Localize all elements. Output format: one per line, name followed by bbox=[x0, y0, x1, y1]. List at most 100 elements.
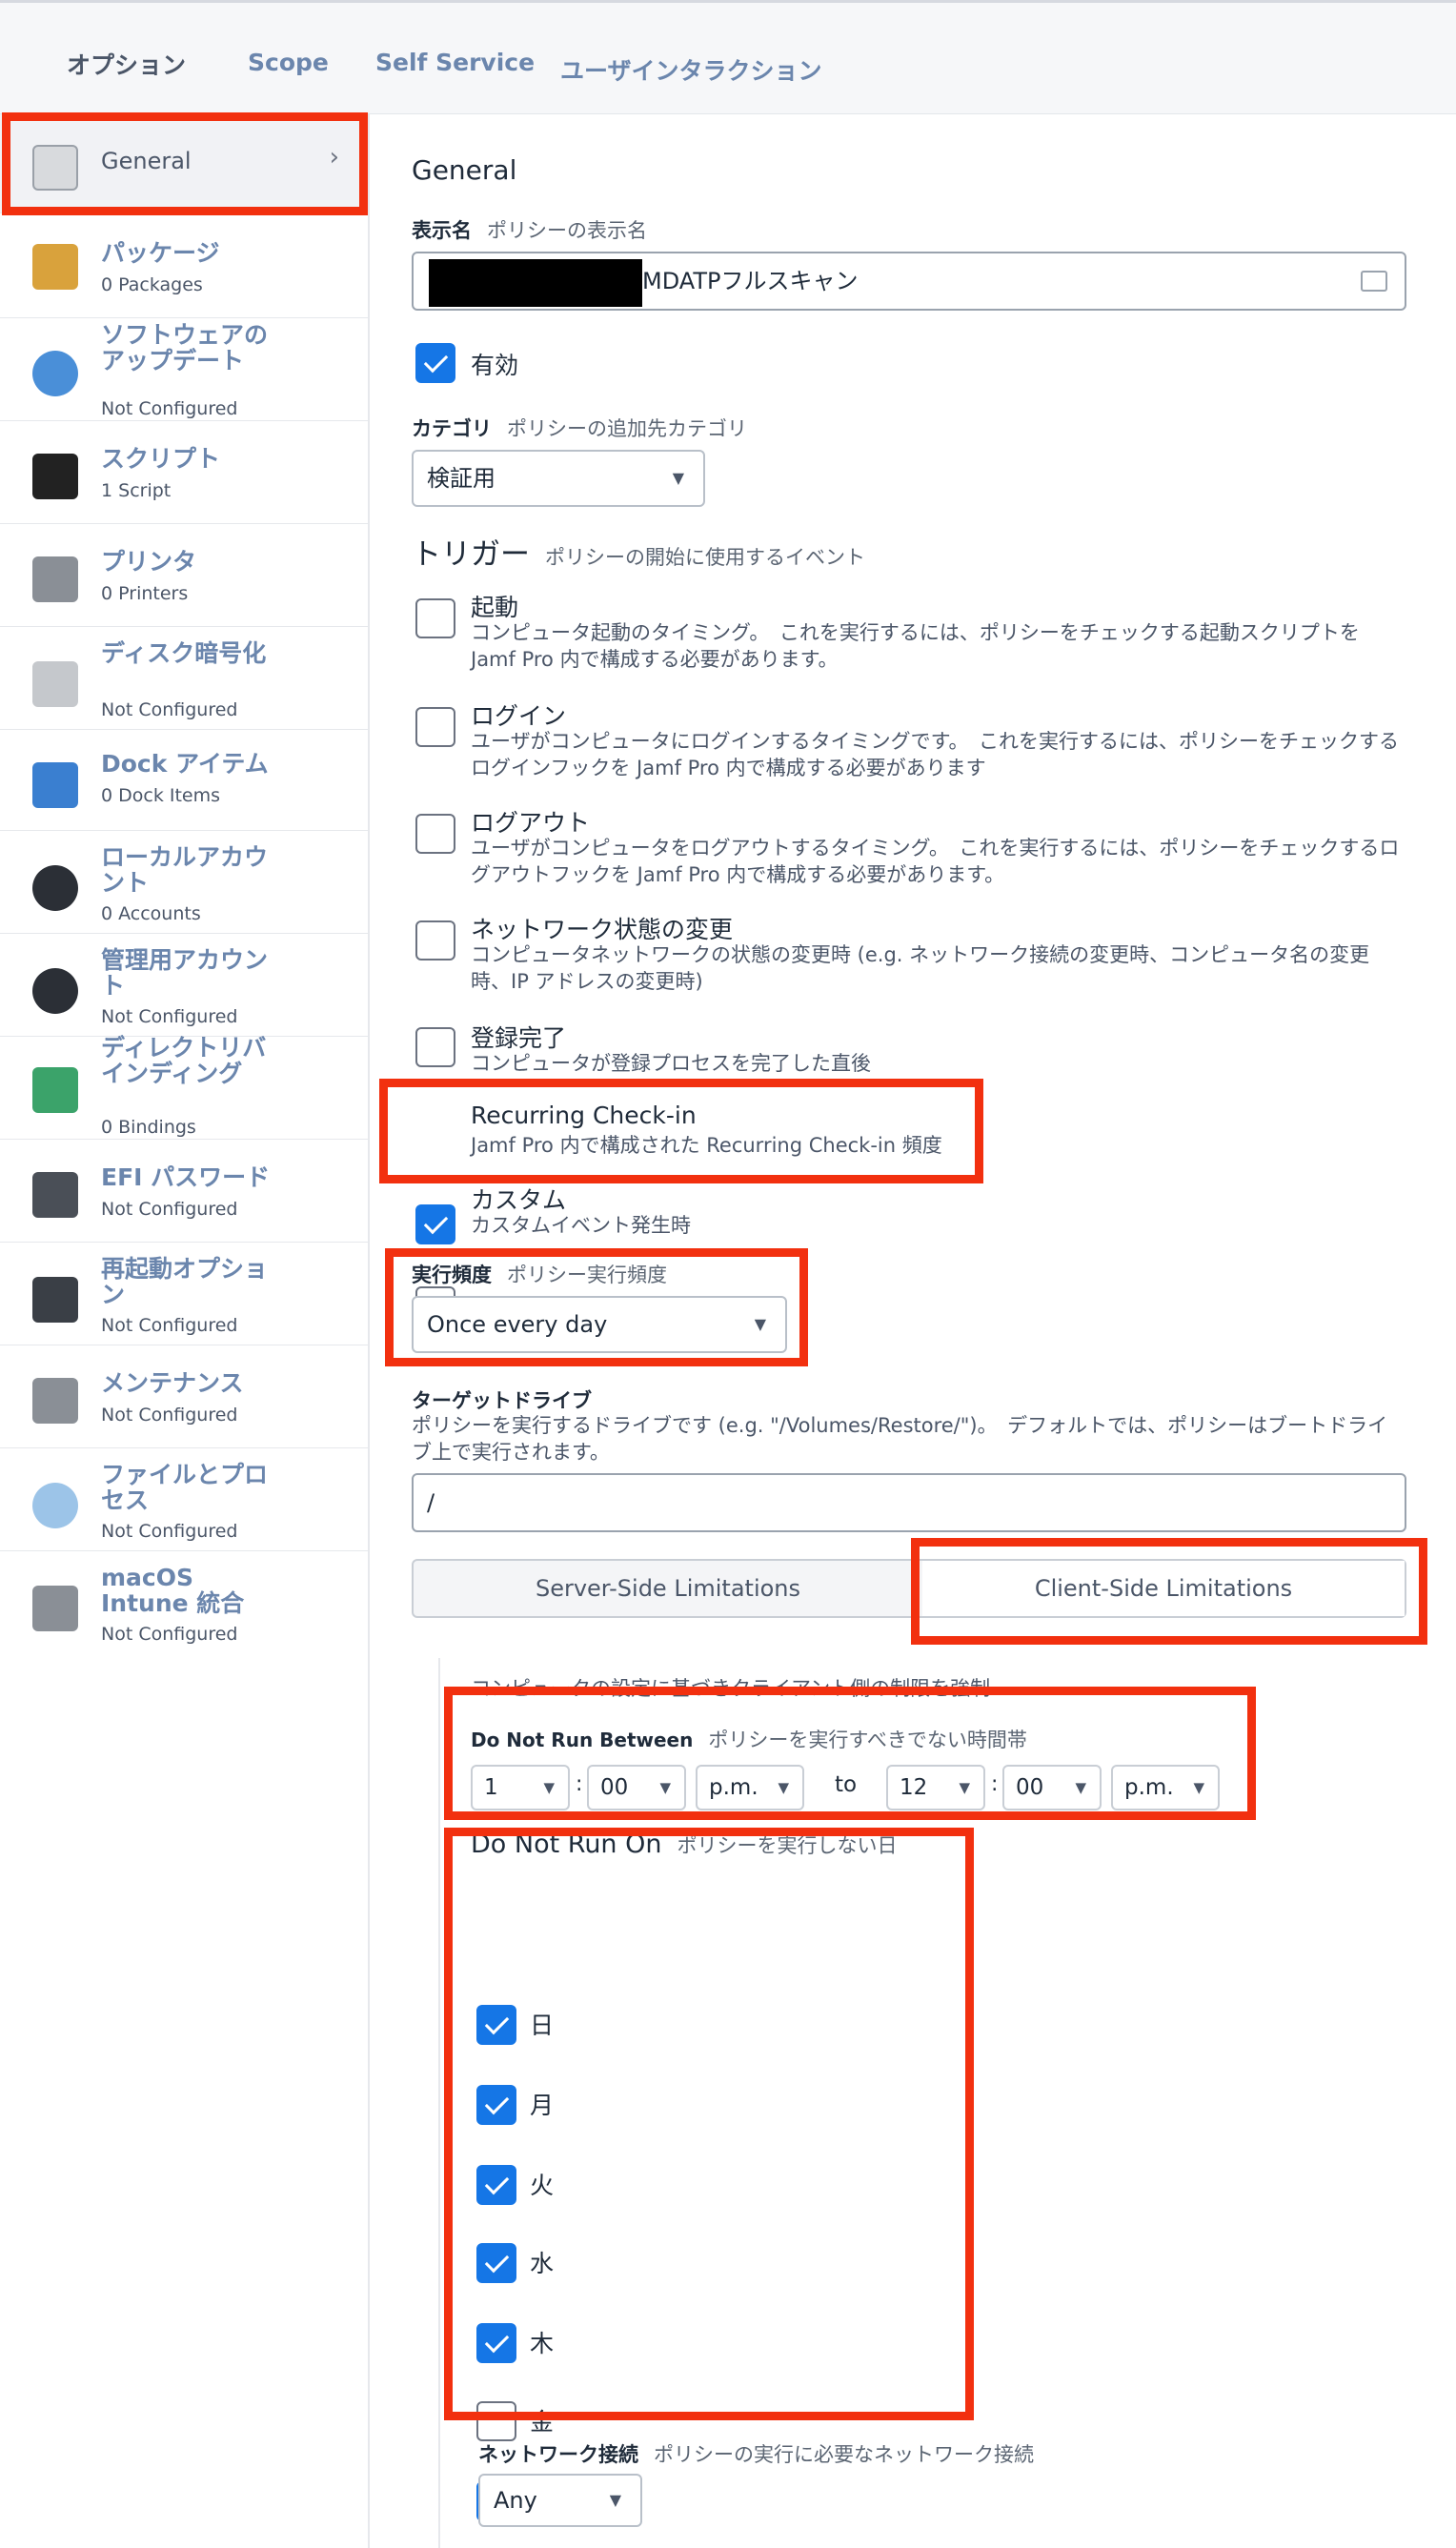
sidebar-item-status: 0 Printers bbox=[101, 583, 189, 604]
dropdown-arrow-icon: ▼ bbox=[543, 1779, 555, 1796]
from-hour-value: 1 bbox=[484, 1775, 498, 1800]
triggers-heading: トリガー ポリシーの開始に使用するイベント bbox=[412, 530, 865, 573]
sidebar-item-label: プリンタ bbox=[101, 548, 197, 576]
sidebar-item-label: ディスク暗号化 bbox=[101, 639, 267, 667]
sidebar-item-status: Not Configured bbox=[101, 1521, 238, 1542]
trigger-login-title: ログイン bbox=[471, 702, 567, 730]
display-name-label-text: 表示名 bbox=[412, 219, 472, 242]
software-update-icon bbox=[32, 351, 78, 396]
tab-self-service[interactable]: Self Service bbox=[375, 49, 535, 76]
dnrb-label-text: Do Not Run Between bbox=[471, 1729, 694, 1751]
sidebar-item-label: macOS Intune 統合 bbox=[101, 1564, 245, 1617]
intune-lock-icon bbox=[32, 1586, 78, 1631]
trigger-custom-desc: カスタムイベント発生時 bbox=[471, 1214, 691, 1237]
sidebar-item-label: Dock アイテム bbox=[101, 750, 269, 778]
sidebar-item-restart-options[interactable]: 再起動オプション Not Configured bbox=[0, 1243, 368, 1345]
category-label-text: カテゴリ bbox=[412, 417, 492, 440]
sidebar-item-printers[interactable]: プリンタ 0 Printers bbox=[0, 524, 368, 627]
trigger-recurring-title: Recurring Check-in bbox=[471, 1102, 697, 1129]
sidebar-item-software-update[interactable]: ソフトウェアのアップデート Not Configured bbox=[0, 318, 368, 421]
frequency-value: Once every day bbox=[427, 1311, 608, 1338]
sidebar-item-status: Not Configured bbox=[101, 1006, 238, 1027]
sidebar-item-local-accounts[interactable]: ローカルアカウント 0 Accounts bbox=[0, 831, 368, 934]
time-range-row: 1 ▼ : 00 ▼ p.m. ▼ to 12 ▼ : 00 ▼ p.m. ▼ bbox=[471, 1765, 1220, 1812]
sidebar-item-scripts[interactable]: スクリプト 1 Script bbox=[0, 421, 368, 524]
sidebar-item-general[interactable]: General › bbox=[0, 114, 368, 213]
dropdown-arrow-icon: ▼ bbox=[609, 2491, 621, 2509]
trigger-login-checkbox[interactable] bbox=[415, 707, 455, 747]
from-hour-select[interactable]: 1 ▼ bbox=[471, 1765, 570, 1810]
tab-server-side-limitations[interactable]: Server-Side Limitations bbox=[414, 1561, 922, 1616]
trigger-network-change-checkbox[interactable] bbox=[415, 920, 455, 961]
sidebar-item-dock-items[interactable]: Dock アイテム 0 Dock Items bbox=[0, 730, 368, 831]
sidebar-item-status: Not Configured bbox=[101, 1199, 238, 1220]
tab-scope[interactable]: Scope bbox=[248, 49, 329, 76]
trigger-network-change-desc: コンピュータネットワークの状態の変更時 (e.g. ネットワーク接続の変更時、コ… bbox=[471, 943, 1370, 993]
day-fri-label: 金 bbox=[530, 2408, 555, 2436]
network-label-text: ネットワーク接続 bbox=[478, 2443, 638, 2466]
trigger-logout-title: ログアウト bbox=[471, 809, 591, 837]
day-sun-checkbox[interactable] bbox=[476, 2005, 516, 2045]
frequency-select[interactable]: Once every day ▼ bbox=[412, 1296, 787, 1353]
printer-icon bbox=[32, 556, 78, 602]
sidebar-item-disk-encryption[interactable]: ディスク暗号化 Not Configured bbox=[0, 627, 368, 730]
network-value: Any bbox=[494, 2487, 537, 2514]
trigger-startup-checkbox[interactable] bbox=[415, 598, 455, 638]
trigger-network-change-title: ネットワーク状態の変更 bbox=[471, 916, 734, 943]
sidebar-item-label: General bbox=[101, 148, 192, 174]
day-tue-checkbox[interactable] bbox=[476, 2165, 516, 2205]
magnifier-icon bbox=[32, 1483, 78, 1528]
day-sun-label: 日 bbox=[530, 2012, 555, 2039]
tab-client-side-limitations[interactable]: Client-Side Limitations bbox=[922, 1561, 1405, 1616]
sidebar-item-label: ソフトウェアのアップデート bbox=[101, 321, 269, 374]
network-connection-label: ネットワーク接続 ポリシーの実行に必要なネットワーク接続 bbox=[478, 2439, 1034, 2468]
display-name-input[interactable]: MDATPフルスキャン bbox=[412, 252, 1406, 311]
trigger-enrollment-title: 登録完了 bbox=[471, 1024, 567, 1052]
monitor-icon bbox=[32, 762, 78, 808]
trigger-enrollment-checkbox[interactable] bbox=[415, 1027, 455, 1067]
target-drive-desc: ポリシーを実行するドライブです (e.g. "/Volumes/Restore/… bbox=[412, 1414, 1388, 1464]
sidebar-item-packages[interactable]: パッケージ 0 Packages bbox=[0, 215, 368, 318]
target-drive-input[interactable]: / bbox=[412, 1473, 1406, 1532]
category-select[interactable]: 検証用 ▼ bbox=[412, 450, 705, 507]
sidebar-item-status: Not Configured bbox=[101, 699, 238, 720]
to-hour-select[interactable]: 12 ▼ bbox=[886, 1765, 985, 1810]
package-icon bbox=[32, 244, 78, 290]
from-minute-value: 00 bbox=[600, 1775, 629, 1800]
day-fri-checkbox[interactable] bbox=[476, 2401, 516, 2441]
do-not-run-between-label: Do Not Run Between ポリシーを実行すべきでない時間帯 bbox=[471, 1725, 1027, 1753]
disk-encryption-icon bbox=[32, 661, 78, 707]
sidebar-item-directory-bindings[interactable]: ディレクトリバインディング 0 Bindings bbox=[0, 1035, 368, 1140]
sidebar-item-management-account[interactable]: 管理用アカウント Not Configured bbox=[0, 934, 368, 1037]
sidebar-item-efi-password[interactable]: EFI パスワード Not Configured bbox=[0, 1140, 368, 1243]
network-connection-select[interactable]: Any ▼ bbox=[478, 2474, 642, 2527]
category-label: カテゴリ ポリシーの追加先カテゴリ bbox=[412, 414, 747, 442]
day-thu-checkbox[interactable] bbox=[476, 2323, 516, 2363]
sidebar-item-maintenance[interactable]: メンテナンス Not Configured bbox=[0, 1345, 368, 1448]
sidebar-item-status: 0 Packages bbox=[101, 274, 203, 295]
frequency-label: 実行頻度 ポリシー実行頻度 bbox=[412, 1260, 667, 1288]
to-label: to bbox=[835, 1772, 858, 1797]
to-ampm-select[interactable]: p.m. ▼ bbox=[1111, 1765, 1220, 1810]
day-mon-label: 月 bbox=[530, 2092, 555, 2119]
triggers-heading-text: トリガー bbox=[412, 537, 530, 572]
sidebar-item-status: Not Configured bbox=[101, 1405, 238, 1426]
trigger-recurring-checkbox[interactable] bbox=[415, 1204, 455, 1244]
dropdown-arrow-icon: ▼ bbox=[1193, 1779, 1204, 1796]
day-wed-checkbox[interactable] bbox=[476, 2243, 516, 2283]
from-ampm-select[interactable]: p.m. ▼ bbox=[696, 1765, 804, 1810]
sidebar-item-files-processes[interactable]: ファイルとプロセス Not Configured bbox=[0, 1448, 368, 1551]
time-colon: : bbox=[991, 1772, 999, 1796]
to-minute-select[interactable]: 00 ▼ bbox=[1002, 1765, 1102, 1810]
from-minute-select[interactable]: 00 ▼ bbox=[587, 1765, 686, 1810]
enabled-checkbox[interactable] bbox=[415, 343, 455, 383]
switch-icon bbox=[32, 145, 78, 191]
sidebar-item-macos-intune[interactable]: macOS Intune 統合 Not Configured bbox=[0, 1551, 368, 1654]
trigger-logout-checkbox[interactable] bbox=[415, 814, 455, 854]
tab-user-interaction[interactable]: ユーザインタラクション bbox=[560, 52, 822, 87]
day-mon-checkbox[interactable] bbox=[476, 2085, 516, 2125]
contact-card-icon[interactable] bbox=[1361, 271, 1387, 292]
dropdown-arrow-icon: ▼ bbox=[1075, 1779, 1086, 1796]
tab-options[interactable]: オプション bbox=[67, 47, 186, 81]
day-thu-label: 木 bbox=[530, 2330, 555, 2357]
